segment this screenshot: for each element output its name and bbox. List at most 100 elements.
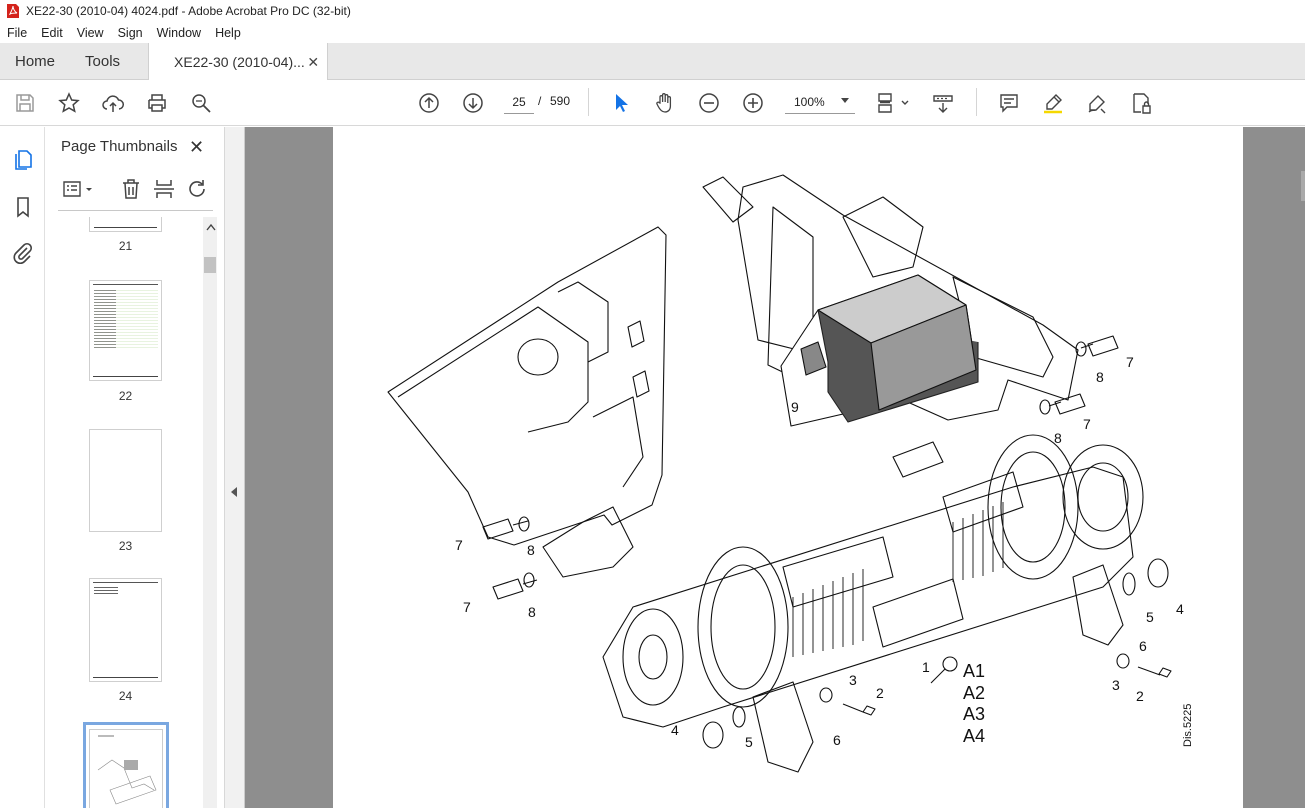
attachment-icon[interactable] [11, 241, 35, 265]
page-number-input[interactable]: 25 [504, 90, 534, 114]
document-scrollbar[interactable] [1301, 171, 1305, 201]
panel-title: Page Thumbnails [61, 138, 178, 155]
print-icon[interactable] [145, 91, 169, 115]
page-total: 590 [550, 94, 571, 108]
zoom-in-icon[interactable] [741, 91, 765, 115]
document-viewer[interactable]: 7 8 7 8 9 7 8 7 8 4 5 6 2 3 1 A1 A2 A3 A… [245, 127, 1305, 808]
thumbnail-label: 24 [118, 689, 133, 703]
technical-drawing: 7 8 7 8 9 7 8 7 8 4 5 6 2 3 1 A1 A2 A3 A… [387, 174, 1194, 773]
callout: 7 [455, 537, 463, 553]
hand-icon[interactable] [653, 91, 677, 115]
menu-edit[interactable]: Edit [34, 26, 70, 40]
callout: 5 [745, 734, 753, 750]
zoom-out-icon[interactable] [697, 91, 721, 115]
scroll-up-icon[interactable] [206, 223, 216, 231]
prev-page-icon[interactable] [417, 91, 441, 115]
next-page-icon[interactable] [461, 91, 485, 115]
callout: 7 [1126, 354, 1134, 370]
panel-toolbar [57, 175, 215, 203]
callout: 4 [671, 722, 679, 738]
toolbar-divider [976, 88, 977, 116]
thumbnail-drawing [97, 735, 157, 805]
tab-document-label: XE22-30 (2010-04)... [174, 54, 305, 70]
save-icon[interactable] [13, 91, 37, 115]
callout: A2 [963, 683, 985, 703]
sign-icon[interactable] [1085, 91, 1109, 115]
tab-bar: Home Tools XE22-30 (2010-04)... ✕ [0, 43, 1305, 81]
callout: 8 [1096, 369, 1104, 385]
acrobat-icon [7, 4, 19, 18]
callout: A3 [963, 704, 985, 724]
menu-sign[interactable]: Sign [111, 26, 150, 40]
menu-help[interactable]: Help [208, 26, 248, 40]
rotate-icon[interactable] [186, 177, 210, 201]
select-cursor-icon[interactable] [609, 91, 633, 115]
callout: 7 [1083, 416, 1091, 432]
zoom-value: 100% [794, 94, 825, 109]
callout: A1 [963, 661, 985, 681]
close-icon[interactable]: ✕ [189, 137, 204, 158]
callout: 6 [1139, 638, 1147, 654]
menu-window[interactable]: Window [150, 26, 208, 40]
callout: A4 [963, 726, 985, 746]
callout: 2 [1136, 688, 1144, 704]
scrollbar-thumb[interactable] [204, 257, 216, 273]
callout: 8 [528, 604, 536, 620]
panel-divider [58, 210, 213, 211]
navigation-rail [0, 127, 45, 808]
bookmark-star-icon[interactable] [57, 91, 81, 115]
panel-scrollbar[interactable] [203, 217, 217, 808]
callout: 6 [833, 732, 841, 748]
highlight-icon[interactable] [1041, 91, 1065, 115]
tab-home-label: Home [15, 52, 56, 70]
tab-tools-label: Tools [85, 52, 121, 70]
page-thumbnails-icon[interactable] [11, 148, 35, 172]
tab-tools[interactable]: Tools [70, 43, 135, 79]
page-separator: / [538, 94, 542, 108]
callout: 3 [849, 672, 857, 688]
window-title: XE22-30 (2010-04) 4024.pdf - Adobe Acrob… [26, 4, 351, 18]
scroll-mode-icon[interactable] [931, 91, 955, 115]
split-page-icon[interactable] [152, 177, 176, 201]
page-fit-icon[interactable] [876, 91, 910, 115]
comment-icon[interactable] [997, 91, 1021, 115]
tab-home[interactable]: Home [0, 43, 70, 79]
title-bar: XE22-30 (2010-04) 4024.pdf - Adobe Acrob… [0, 0, 1305, 22]
tab-document[interactable]: XE22-30 (2010-04)... ✕ [148, 43, 329, 81]
toolbar-divider [588, 88, 589, 116]
callout: 9 [791, 399, 799, 415]
callout: 3 [1112, 677, 1120, 693]
callout: 2 [876, 685, 884, 701]
panel-collapse-handle[interactable] [225, 127, 245, 808]
collapse-arrow-icon [231, 487, 237, 497]
thumbnail-label: 21 [118, 239, 133, 253]
menu-file[interactable]: File [0, 26, 34, 40]
callout: 4 [1176, 601, 1184, 617]
thumbnail-label: 22 [118, 389, 133, 403]
callout: 7 [463, 599, 471, 615]
thumbnail-list: 21 22 23 24 [45, 217, 203, 808]
zoom-select[interactable]: 100% [785, 90, 855, 114]
options-menu-icon[interactable] [61, 177, 95, 201]
delete-icon[interactable] [119, 177, 143, 201]
main-toolbar: 25 / 590 100% [0, 80, 1305, 126]
thumbnail-page[interactable] [89, 578, 162, 682]
thumbnail-page-selected[interactable] [83, 722, 169, 808]
thumbnail-page[interactable] [89, 429, 162, 532]
bookmark-icon[interactable] [11, 195, 35, 219]
chevron-down-icon [841, 98, 849, 103]
pdf-page: 7 8 7 8 9 7 8 7 8 4 5 6 2 3 1 A1 A2 A3 A… [333, 127, 1243, 808]
thumbnail-page[interactable] [89, 217, 162, 232]
thumbnail-page[interactable] [89, 280, 162, 381]
tab-close-icon[interactable]: ✕ [307, 54, 319, 71]
upload-icon[interactable] [101, 91, 125, 115]
protect-icon[interactable] [1129, 91, 1153, 115]
page-thumbnails-panel: Page Thumbnails ✕ 21 22 23 24 [45, 127, 225, 808]
callout: 5 [1146, 609, 1154, 625]
menu-view[interactable]: View [70, 26, 111, 40]
callout: 8 [527, 542, 535, 558]
find-icon[interactable] [189, 91, 213, 115]
callout: 1 [922, 659, 930, 675]
thumbnail-label: 23 [118, 539, 133, 553]
callout: 8 [1054, 430, 1062, 446]
